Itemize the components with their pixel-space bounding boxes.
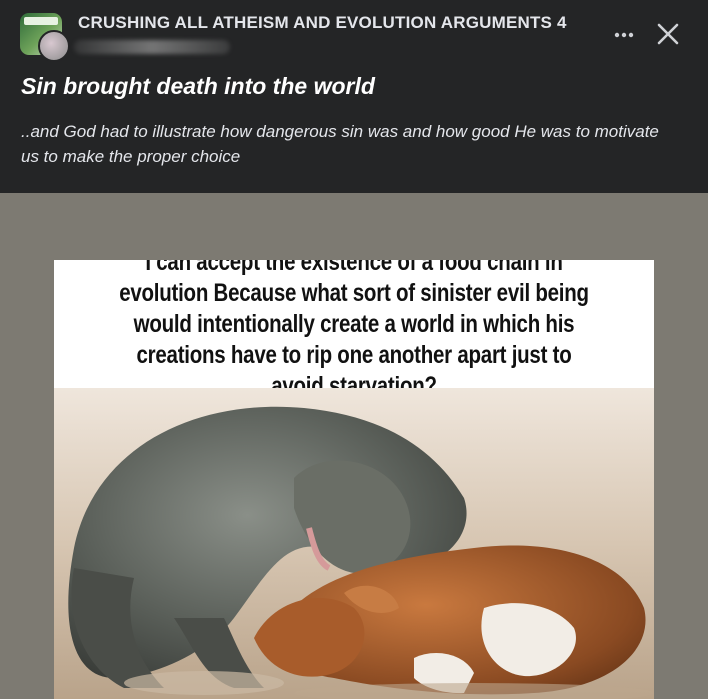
post-header: CRUSHING ALL ATHEISM AND EVOLUTION ARGUM… xyxy=(0,0,708,193)
post-media[interactable]: I can accept the existence of a food cha… xyxy=(0,193,708,699)
meme-image[interactable]: I can accept the existence of a food cha… xyxy=(54,260,654,699)
close-icon xyxy=(657,23,679,45)
author-name-blurred[interactable] xyxy=(74,40,230,54)
post-body: ..and God had to illustrate how dangerou… xyxy=(21,122,659,166)
group-avatar-banner xyxy=(24,17,58,25)
post-title: Sin brought death into the world xyxy=(21,73,375,99)
more-options-button[interactable] xyxy=(610,22,638,46)
more-icon xyxy=(614,32,634,38)
meme-caption-text: I can accept the existence of a food cha… xyxy=(119,260,589,400)
author-avatar[interactable] xyxy=(38,30,70,62)
komodo-dragon-goat-photo xyxy=(54,388,654,699)
group-name[interactable]: CRUSHING ALL ATHEISM AND EVOLUTION ARGUM… xyxy=(78,13,567,33)
meme-caption: I can accept the existence of a food cha… xyxy=(54,260,654,400)
close-button[interactable] xyxy=(652,18,684,50)
